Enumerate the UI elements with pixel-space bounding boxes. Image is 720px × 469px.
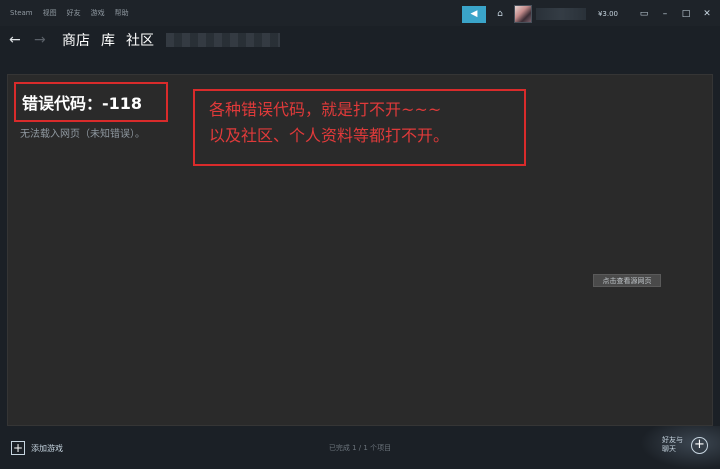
nav-library[interactable]: 库 xyxy=(101,30,115,50)
menu-steam[interactable]: Steam xyxy=(10,9,33,17)
nav-spacer xyxy=(0,54,720,74)
menu-friends[interactable]: 好友 xyxy=(67,8,81,18)
close-icon[interactable]: ✕ xyxy=(699,6,715,22)
nav-username-redacted[interactable] xyxy=(166,33,280,47)
steam-window: Steam 视图 好友 游戏 帮助 ◀ ⌂ ¥3.00 ▭ – □ ✕ ← → … xyxy=(0,0,720,469)
nav-community[interactable]: 社区 xyxy=(126,30,154,50)
friends-chat-label-line2: 聊天 xyxy=(662,445,676,453)
annotation-line-1: 各种错误代码，就是打不开~~~ xyxy=(209,100,442,119)
annotation-line-2: 以及社区、个人资料等都打不开。 xyxy=(209,126,450,145)
announcement-button[interactable]: ◀ xyxy=(461,5,486,23)
menu-games[interactable]: 游戏 xyxy=(91,8,105,18)
friends-chat-label: 好友与 聊天 xyxy=(662,436,688,454)
annotation-box: 各种错误代码，就是打不开~~~ 以及社区、个人资料等都打不开。 xyxy=(193,89,526,166)
title-bar-controls: ◀ ⌂ ¥3.00 ▭ – □ ✕ xyxy=(461,5,720,23)
menu-help[interactable]: 帮助 xyxy=(115,8,129,18)
error-subtitle: 无法载入网页（未知错误）。 xyxy=(20,129,145,140)
add-friend-icon: + xyxy=(691,436,708,454)
download-status[interactable]: 已完成 1 / 1 个项目 xyxy=(0,443,720,453)
notifications-icon[interactable]: ⌂ xyxy=(492,6,508,22)
error-highlight-box: 错误代码：-118 xyxy=(14,82,168,122)
nav-store[interactable]: 商店 xyxy=(62,30,90,50)
menu-view[interactable]: 视图 xyxy=(43,8,57,18)
menu-bar: Steam 视图 好友 游戏 帮助 ◀ ⌂ ¥3.00 ▭ – □ ✕ xyxy=(0,0,720,26)
maximize-icon[interactable]: □ xyxy=(678,6,694,22)
nav-bar: ← → 商店 库 社区 xyxy=(0,26,720,54)
minimize-icon[interactable]: – xyxy=(657,6,673,22)
megaphone-icon: ◀ xyxy=(470,9,478,19)
wallet-balance[interactable]: ¥3.00 xyxy=(598,10,618,18)
friends-chat-button[interactable]: 好友与 聊天 + xyxy=(662,436,708,454)
username-redacted[interactable] xyxy=(535,8,586,20)
friends-chat-label-line1: 好友与 xyxy=(662,436,683,444)
back-icon[interactable]: ← xyxy=(9,32,23,48)
bigpicture-icon[interactable]: ▭ xyxy=(636,6,652,22)
avatar[interactable] xyxy=(513,5,532,23)
view-source-button[interactable]: 点击查看源网页 xyxy=(593,274,661,287)
error-title: 错误代码：-118 xyxy=(22,94,143,113)
forward-icon[interactable]: → xyxy=(34,32,48,48)
